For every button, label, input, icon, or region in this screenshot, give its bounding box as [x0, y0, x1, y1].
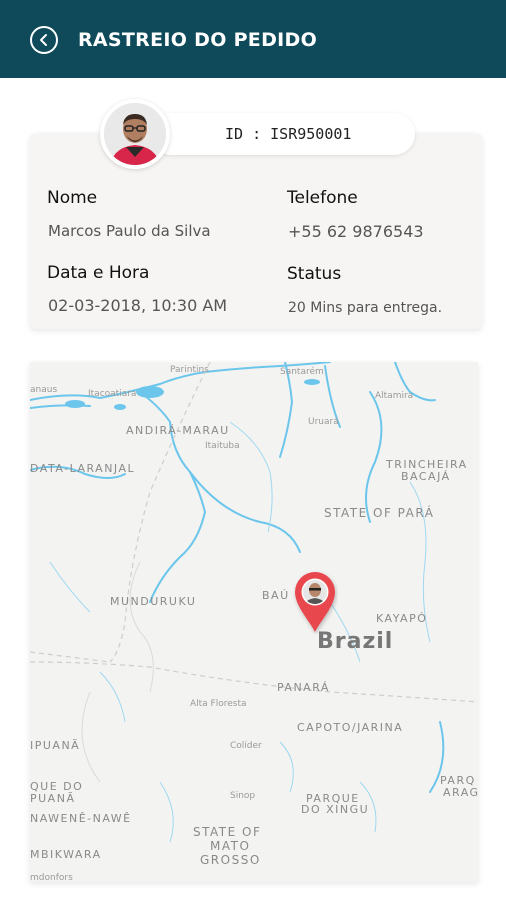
app-header: RASTREIO DO PEDIDO	[0, 0, 506, 78]
map-label-itacoatiara: Itacoatiara	[88, 389, 137, 399]
order-id: ID : ISR950001	[225, 125, 352, 143]
map-label-sinop: Sinop	[230, 791, 256, 801]
map-label-manaus: anaus	[30, 385, 58, 395]
avatar	[100, 99, 170, 169]
map-label-capoto-jarina: CAPOTO/JARINA	[297, 721, 404, 734]
avatar-image	[104, 103, 166, 165]
map-label-puana: PUANÃ	[30, 792, 76, 805]
map-label-data-laranjal: DATA-LARANJAL	[30, 462, 136, 475]
map-label-santarem: Santarém	[280, 367, 324, 377]
map-label-mbikwara: MBIKWARA	[30, 848, 102, 861]
map-label-grosso: GROSSO	[200, 853, 261, 867]
status-label: Status	[287, 264, 342, 284]
map-label-altamira: Altamira	[375, 391, 414, 401]
map-label-colider: Colíder	[230, 741, 262, 751]
map-label-kayapo: KAYAPÓ	[376, 612, 428, 625]
map-label-itaituba: Itaituba	[205, 441, 240, 451]
map-label-munduruku: MUNDURUKU	[110, 595, 197, 608]
back-button[interactable]	[30, 26, 58, 54]
map-label-nawene-nawe: NAWENÊ-NAWÊ	[30, 812, 132, 825]
map-label-bau: BAÚ	[262, 589, 290, 602]
map-label-do-xingu: DO XINGU	[301, 803, 370, 816]
map-label-alta-floresta: Alta Floresta	[190, 699, 247, 709]
map-label-mato: MATO	[210, 839, 251, 853]
datetime-value: 02-03-2018, 10:30 AM	[48, 296, 228, 315]
map-label-mdonfors: mdonfors	[30, 873, 73, 882]
datetime-label: Data e Hora	[47, 263, 150, 283]
phone-label: Telefone	[287, 188, 358, 208]
map-label-andira-marau: ANDIRÁ-MARAU	[126, 424, 230, 437]
map-label-uruara: Uruará	[308, 417, 339, 427]
tracking-map[interactable]: anaus Itacoatiara Parintins Santarém Alt…	[30, 362, 478, 882]
chevron-left-icon	[40, 34, 47, 46]
map-label-brazil: Brazil	[317, 629, 394, 654]
map-label-ipuana: IPUANÃ	[30, 739, 81, 752]
name-label: Nome	[47, 188, 98, 208]
page-title: RASTREIO DO PEDIDO	[78, 29, 318, 51]
map-label-arag: ARAG	[443, 786, 478, 799]
delivery-location-pin[interactable]	[292, 570, 338, 634]
map-label-state-of-para: STATE OF PARÁ	[324, 506, 435, 520]
map-pin-icon	[295, 572, 335, 632]
map-label-panara: PANARÁ	[277, 681, 330, 694]
map-label-parintins: Parintins	[170, 365, 209, 375]
phone-value: +55 62 9876543	[288, 222, 424, 241]
status-value: 20 Mins para entrega.	[288, 300, 443, 316]
name-value: Marcos Paulo da Silva	[48, 222, 211, 240]
map-label-bacaja: BACAJÁ	[401, 470, 451, 483]
map-label-state-of: STATE OF	[193, 825, 262, 839]
